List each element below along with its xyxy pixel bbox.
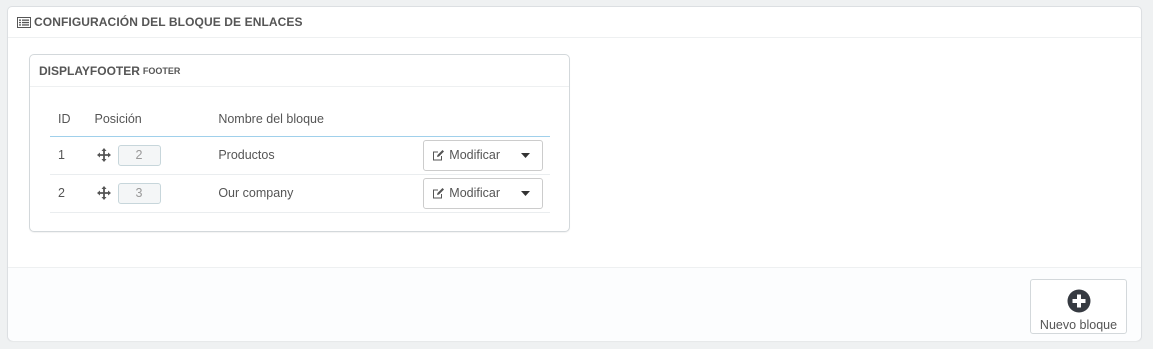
- hook-panel-heading: DISPLAYFOOTER FOOTER: [30, 55, 569, 87]
- edit-button[interactable]: Modificar: [424, 179, 509, 208]
- edit-button-group: Modificar: [423, 139, 543, 171]
- new-block-label: Nuevo bloque: [1039, 318, 1118, 332]
- panel-footer: Nuevo bloque: [8, 267, 1141, 341]
- link-block-config-panel: CONFIGURACIÓN DEL BLOQUE DE ENLACES DISP…: [7, 6, 1142, 341]
- row-id: 2: [50, 174, 95, 213]
- hook-title: DISPLAYFOOTER: [39, 63, 140, 78]
- edit-button-group: Modificar: [423, 177, 543, 209]
- column-header-id: ID: [50, 103, 95, 137]
- table-header-row: ID Posición Nombre del bloque: [50, 103, 550, 137]
- position-value: 2: [117, 144, 161, 166]
- hook-panel-displayfooter: DISPLAYFOOTER FOOTER ID Posición Nombre …: [29, 54, 570, 232]
- caret-down-icon: [521, 152, 530, 158]
- row-actions: Modificar: [423, 136, 550, 175]
- blocks-table: ID Posición Nombre del bloque 1 2 Produc…: [50, 103, 550, 213]
- move-icon[interactable]: [96, 185, 112, 201]
- row-block-name: Our company: [218, 174, 424, 213]
- edit-icon: [433, 150, 445, 161]
- plus-circle-icon: [1067, 289, 1090, 313]
- new-block-button[interactable]: Nuevo bloque: [1030, 279, 1127, 334]
- move-icon[interactable]: [96, 147, 112, 163]
- edit-button-label: Modificar: [449, 148, 500, 162]
- row-position: 3: [94, 174, 219, 213]
- dropdown-toggle[interactable]: [509, 141, 542, 170]
- table-row: 1 2 Productos Modificar: [50, 136, 550, 175]
- row-actions: Modificar: [423, 174, 550, 213]
- edit-icon: [433, 188, 445, 199]
- panel-title: CONFIGURACIÓN DEL BLOQUE DE ENLACES: [34, 15, 303, 29]
- caret-down-icon: [521, 190, 530, 196]
- row-position: 2: [94, 136, 219, 175]
- position-value: 3: [117, 182, 161, 204]
- column-header-position: Posición: [94, 103, 219, 137]
- edit-button-label: Modificar: [449, 186, 500, 200]
- hook-subtitle: FOOTER: [142, 65, 181, 76]
- edit-button[interactable]: Modificar: [424, 141, 509, 170]
- row-id: 1: [50, 136, 95, 175]
- column-header-actions: [423, 103, 550, 137]
- row-block-name: Productos: [218, 136, 424, 175]
- panel-heading: CONFIGURACIÓN DEL BLOQUE DE ENLACES: [8, 7, 1141, 38]
- column-header-name: Nombre del bloque: [218, 103, 424, 137]
- dropdown-toggle[interactable]: [509, 179, 542, 208]
- table-row: 2 3 Our company Modificar: [50, 174, 550, 213]
- list-alt-icon: [17, 16, 31, 28]
